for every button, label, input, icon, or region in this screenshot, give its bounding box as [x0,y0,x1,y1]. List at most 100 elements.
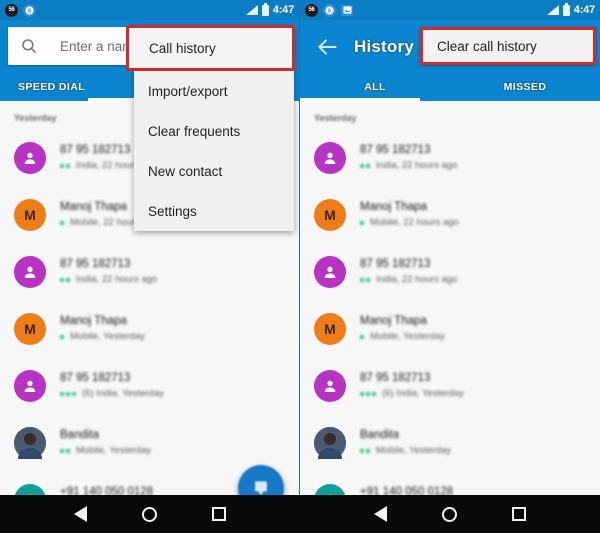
avatar-initial: M [324,206,336,223]
list-item-subtitle-text: Mobile, Yesterday [370,331,445,342]
list-item-text: Manoj Thapa Mobile, 22 hours ago [360,201,459,228]
avatar[interactable]: M [14,312,46,345]
call-dot-icon [366,277,370,282]
list-item-text: Manoj Thapa Mobile, Yesterday [360,315,445,342]
back-arrow-icon[interactable] [314,34,340,60]
list-item-subtitle-text: (6) India, Yesterday [382,388,464,399]
avatar[interactable] [314,255,346,288]
list-item-title: Bandita [360,429,400,441]
call-type-dots-icon [60,391,76,396]
list-item[interactable]: 87 95 182713 India, 22 hours ago [0,243,299,300]
list-item-subtitle-text: Mobile, Yesterday [376,445,451,456]
list-item-subtitle: (6) India, Yesterday [360,388,464,399]
call-dot-icon [366,391,370,396]
list-item-subtitle: Mobile, Yesterday [360,445,451,456]
status-bar-right-icons: 4:47 [546,0,595,20]
call-dot-icon [66,448,70,453]
call-type-dots-icon [360,220,364,225]
status-bar-clock: 4:47 [272,4,294,16]
avatar-photo[interactable] [14,426,46,459]
call-type-dots-icon [60,163,70,168]
avatar[interactable] [314,141,346,174]
call-type-dots-icon [360,277,370,282]
call-dot-icon [60,391,64,396]
tab-all[interactable]: ALL [300,73,450,101]
call-dot-icon [372,391,376,396]
avatar[interactable]: M [314,198,346,231]
call-dot-icon [360,448,364,453]
dual-screenshot-comparison: 56 S 4:47 Enter a name SPEED DIAL Yester… [0,0,600,533]
recents-nav-icon[interactable] [212,507,227,521]
list-item[interactable]: Bandita Mobile, Yesterday [0,414,299,471]
call-type-dots-icon [360,334,364,339]
home-nav-icon[interactable] [441,506,457,522]
list-item-subtitle-text: Mobile, 22 hours ago [370,217,459,228]
menu-item-label: Import/export [148,83,228,99]
tab-missed[interactable]: MISSED [450,73,600,101]
menu-item-import-export[interactable]: Import/export [134,71,294,111]
notification-count-badge: 56 [5,3,18,17]
avatar[interactable]: M [314,312,346,345]
avatar[interactable] [14,255,46,288]
back-nav-icon[interactable] [373,506,387,522]
menu-item-settings[interactable]: Settings [134,191,294,231]
list-item-text: 87 95 182713 India, 22 hours ago [360,144,457,171]
menu-item-label: Call history [149,40,216,56]
clear-call-history-menu-item[interactable]: Clear call history [420,27,596,65]
list-item-text: Manoj Thapa Mobile, Yesterday [60,315,145,342]
avatar[interactable] [14,141,46,174]
image-icon [341,4,353,16]
notification-count-badge: 56 [305,3,318,17]
list-item-text: 87 95 182713 (6) India, Yesterday [360,372,464,399]
list-item[interactable]: Bandita Mobile, Yesterday [300,414,600,471]
overflow-menu[interactable]: Call history Import/export Clear frequents… [126,25,295,231]
tab-speed-dial[interactable]: SPEED DIAL [0,73,150,101]
list-item[interactable]: 87 95 182713 India, 22 hours ago [300,243,600,300]
android-navigation-bar [0,495,600,533]
list-item-text: Bandita Mobile, Yesterday [360,429,451,456]
list-item[interactable]: M Manoj Thapa Mobile, Yesterday [0,300,299,357]
list-item[interactable]: 87 95 182713 India, 22 hours ago [300,129,600,186]
list-item-subtitle: Mobile, 22 hours ago [360,217,459,228]
search-icon [20,37,38,55]
call-dot-icon [360,277,364,282]
call-dot-icon [60,277,64,282]
back-nav-icon[interactable] [73,506,87,522]
call-dot-icon [360,163,364,168]
call-dot-icon [66,163,70,168]
call-type-dots-icon [60,448,70,453]
list-item[interactable]: M Manoj Thapa Mobile, Yesterday [300,300,600,357]
avatar-initial: M [24,206,36,223]
call-type-dots-icon [360,391,376,396]
clear-call-history-label: Clear call history [437,38,537,54]
list-item[interactable]: 87 95 182713 (6) India, Yesterday [0,357,299,414]
menu-item-call-history[interactable]: Call history [126,25,295,71]
right-phone-screen: 56 S 4:47 History Clear call history ALL… [300,0,600,533]
call-dot-icon [66,391,70,396]
list-item-subtitle: Mobile, Yesterday [60,445,151,456]
list-item-title: 87 95 182713 [60,258,131,270]
avatar-photo[interactable] [314,426,346,459]
avatar[interactable] [14,369,46,402]
call-dot-icon [366,163,370,168]
list-item-subtitle-text: (6) India, Yesterday [82,388,164,399]
history-list[interactable]: Yesterday 87 95 182713 India, 22 hours ag… [300,101,600,533]
list-item-text: Bandita Mobile, Yesterday [60,429,151,456]
list-item-subtitle-text: Mobile, Yesterday [76,445,151,456]
list-item-text: 87 95 182713 India, 22 hours ago [360,258,457,285]
status-bar-left-icons: 56 S [5,3,36,17]
menu-item-new-contact[interactable]: New contact [134,151,294,191]
history-app-bar: History Clear call history [300,20,600,73]
list-item[interactable]: M Manoj Thapa Mobile, 22 hours ago [300,186,600,243]
avatar[interactable] [314,369,346,402]
signal-icon [546,5,559,15]
home-nav-icon[interactable] [141,506,157,522]
call-dot-icon [360,334,364,339]
menu-item-clear-frequents[interactable]: Clear frequents [134,111,294,151]
list-item-subtitle: India, 22 hours ago [360,160,457,171]
call-dot-icon [360,220,364,225]
recents-nav-icon[interactable] [512,507,527,521]
call-dot-icon [366,448,370,453]
avatar[interactable]: M [14,198,46,231]
list-item[interactable]: 87 95 182713 (6) India, Yesterday [300,357,600,414]
